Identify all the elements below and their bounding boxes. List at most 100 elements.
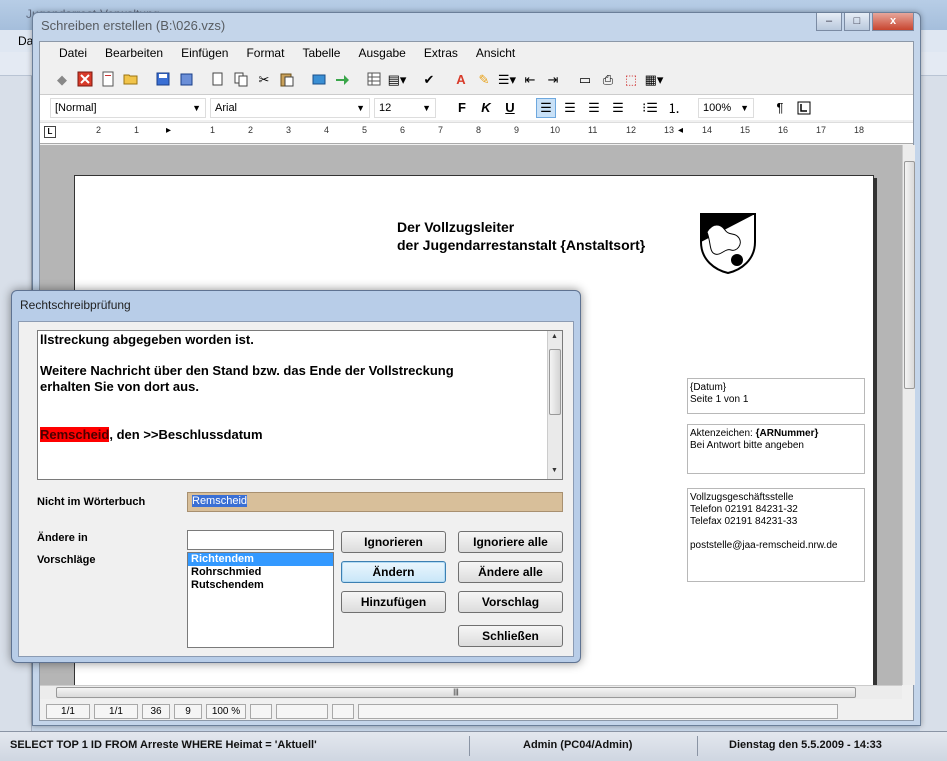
paste-icon[interactable] — [277, 69, 297, 89]
insert-field-icon[interactable] — [309, 69, 329, 89]
style-combo[interactable]: [Normal] ▼ — [50, 97, 206, 118]
underline-button[interactable]: U — [500, 98, 520, 118]
change-button[interactable]: Ändern — [341, 561, 446, 583]
tab-stop-selector[interactable]: L — [44, 126, 56, 138]
font-size-combo[interactable]: 12 ▼ — [374, 97, 436, 118]
save-icon[interactable] — [153, 69, 173, 89]
bold-button[interactable]: F — [452, 98, 472, 118]
suggestion-item[interactable]: Rutschendem — [188, 579, 333, 592]
contact-email: poststelle@jaa-remscheid.nrw.de — [690, 540, 838, 551]
left-indent-marker[interactable]: ▸ — [166, 125, 171, 136]
window-title: Schreiben erstellen (B:\026.vzs) — [41, 18, 226, 33]
chevron-down-icon: ▼ — [192, 102, 201, 113]
line-spacing-icon[interactable]: ☰▾ — [497, 69, 517, 89]
font-combo[interactable]: Arial ▼ — [210, 97, 370, 118]
numbered-list-icon[interactable]: ⒈ — [664, 98, 684, 118]
ignore-all-button[interactable]: Ignoriere alle — [458, 531, 563, 553]
ruler-mark: 4 — [324, 125, 330, 135]
close-dialog-button[interactable]: Schließen — [458, 625, 563, 647]
menu-bar: Datei Bearbeiten Einfügen Format Tabelle… — [40, 42, 913, 64]
open-folder-icon[interactable] — [121, 69, 141, 89]
horizontal-scroll-thumb[interactable]: ||| — [56, 687, 856, 698]
close-document-icon[interactable] — [75, 69, 95, 89]
spellcheck-icon[interactable]: ✔ — [419, 69, 439, 89]
ruler[interactable]: L 2 1 1 2 3 4 5 6 7 8 9 10 11 12 13 14 1… — [40, 122, 913, 144]
context-textbox[interactable]: llstreckung abgegeben worden ist. Weiter… — [37, 330, 563, 480]
status-divider — [697, 736, 698, 756]
context-scrollbar[interactable]: ▲ ▼ — [547, 331, 562, 479]
layout-icon[interactable] — [794, 98, 814, 118]
ignore-button[interactable]: Ignorieren — [341, 531, 446, 553]
suggestion-item[interactable]: Richtendem — [188, 553, 333, 566]
export-icon[interactable] — [332, 69, 352, 89]
preview-icon[interactable]: ▭ — [575, 69, 595, 89]
horizontal-scrollbar[interactable]: ||| — [40, 685, 902, 699]
ruler-mark: 13 — [664, 125, 675, 135]
context-scroll-thumb[interactable] — [549, 349, 561, 415]
toolbar-separator — [566, 69, 572, 89]
ruler-mark: 17 — [816, 125, 827, 135]
italic-button[interactable]: K — [476, 98, 496, 118]
pilcrow-icon[interactable]: ¶ — [770, 98, 790, 118]
dialog-body: llstreckung abgegeben worden ist. Weiter… — [18, 321, 574, 657]
indent-icon[interactable]: ⇥ — [543, 69, 563, 89]
vertical-scroll-thumb[interactable] — [904, 161, 915, 389]
ruler-mark: 7 — [438, 125, 444, 135]
menu-ansicht[interactable]: Ansicht — [467, 42, 524, 64]
add-button[interactable]: Hinzufügen — [341, 591, 446, 613]
outdent-icon[interactable]: ⇤ — [520, 69, 540, 89]
suggestions-list[interactable]: Richtendem Rohrschmied Rutschendem — [187, 552, 334, 648]
date-field: {Datum} — [690, 382, 727, 393]
justify-icon[interactable]: ☰ — [608, 98, 628, 118]
ruler-mark: 14 — [702, 125, 713, 135]
toolbar-separator — [300, 69, 306, 89]
menu-einfuegen[interactable]: Einfügen — [172, 42, 237, 64]
menu-ausgabe[interactable]: Ausgabe — [349, 42, 414, 64]
status-empty — [332, 703, 354, 719]
suggestion-item[interactable]: Rohrschmied — [188, 566, 333, 579]
toolbar-separator — [144, 69, 150, 89]
ruler-mark: 16 — [778, 125, 789, 135]
ruler-mark: 5 — [362, 125, 368, 135]
close-button[interactable]: x — [872, 13, 914, 31]
align-right-icon[interactable]: ☰ — [584, 98, 604, 118]
status-divider — [469, 736, 470, 756]
bullet-list-icon[interactable]: ⁝☰ — [640, 98, 660, 118]
scroll-up-icon[interactable]: ▲ — [551, 333, 558, 340]
new-document-icon[interactable] — [98, 69, 118, 89]
print-preview-icon[interactable] — [208, 69, 228, 89]
align-center-icon[interactable]: ☰ — [560, 98, 580, 118]
save-all-icon[interactable] — [176, 69, 196, 89]
highlight-icon[interactable]: ✎ — [474, 69, 494, 89]
format-toolbar: [Normal] ▼ Arial ▼ 12 ▼ F K U ☰ ☰ ☰ ☰ ⁝☰ ⒈ … — [40, 94, 913, 120]
menu-datei[interactable]: Datei — [50, 42, 96, 64]
menu-format[interactable]: Format — [237, 42, 293, 64]
suggest-button[interactable]: Vorschlag — [458, 591, 563, 613]
scroll-down-icon[interactable]: ▼ — [551, 467, 558, 474]
copy-page-icon[interactable] — [231, 69, 251, 89]
printer-icon[interactable]: ⎙ — [598, 69, 618, 89]
suggestions-label: Vorschläge — [37, 554, 96, 566]
maximize-button[interactable]: □ — [844, 13, 870, 31]
ruler-mark: 10 — [550, 125, 561, 135]
context-line: Remscheid, den >>Beschlussdatum — [40, 427, 540, 443]
table-icon[interactable] — [364, 69, 384, 89]
font-color-icon[interactable]: A — [451, 69, 471, 89]
menu-tabelle[interactable]: Tabelle — [293, 42, 349, 64]
insert-dropdown-icon[interactable]: ▤▾ — [387, 69, 407, 89]
change-all-button[interactable]: Ändere alle — [458, 561, 563, 583]
status-page: 1/1 — [46, 703, 90, 719]
page-setup-icon[interactable]: ▦▾ — [644, 69, 664, 89]
cut-icon[interactable]: ✂ — [254, 69, 274, 89]
zoom-combo[interactable]: 100% ▼ — [698, 97, 754, 118]
change-to-input[interactable] — [187, 530, 334, 550]
minimize-button[interactable]: – — [816, 13, 842, 31]
menu-bearbeiten[interactable]: Bearbeiten — [96, 42, 172, 64]
right-indent-marker[interactable]: ◂ — [678, 125, 683, 136]
menu-extras[interactable]: Extras — [415, 42, 467, 64]
vertical-scrollbar[interactable] — [902, 145, 915, 685]
pdf-icon[interactable]: ⬚ — [621, 69, 641, 89]
align-left-icon[interactable]: ☰ — [536, 97, 556, 118]
status-zoom: 100 % — [206, 703, 246, 719]
status-user: Admin (PC04/Admin) — [523, 739, 633, 751]
